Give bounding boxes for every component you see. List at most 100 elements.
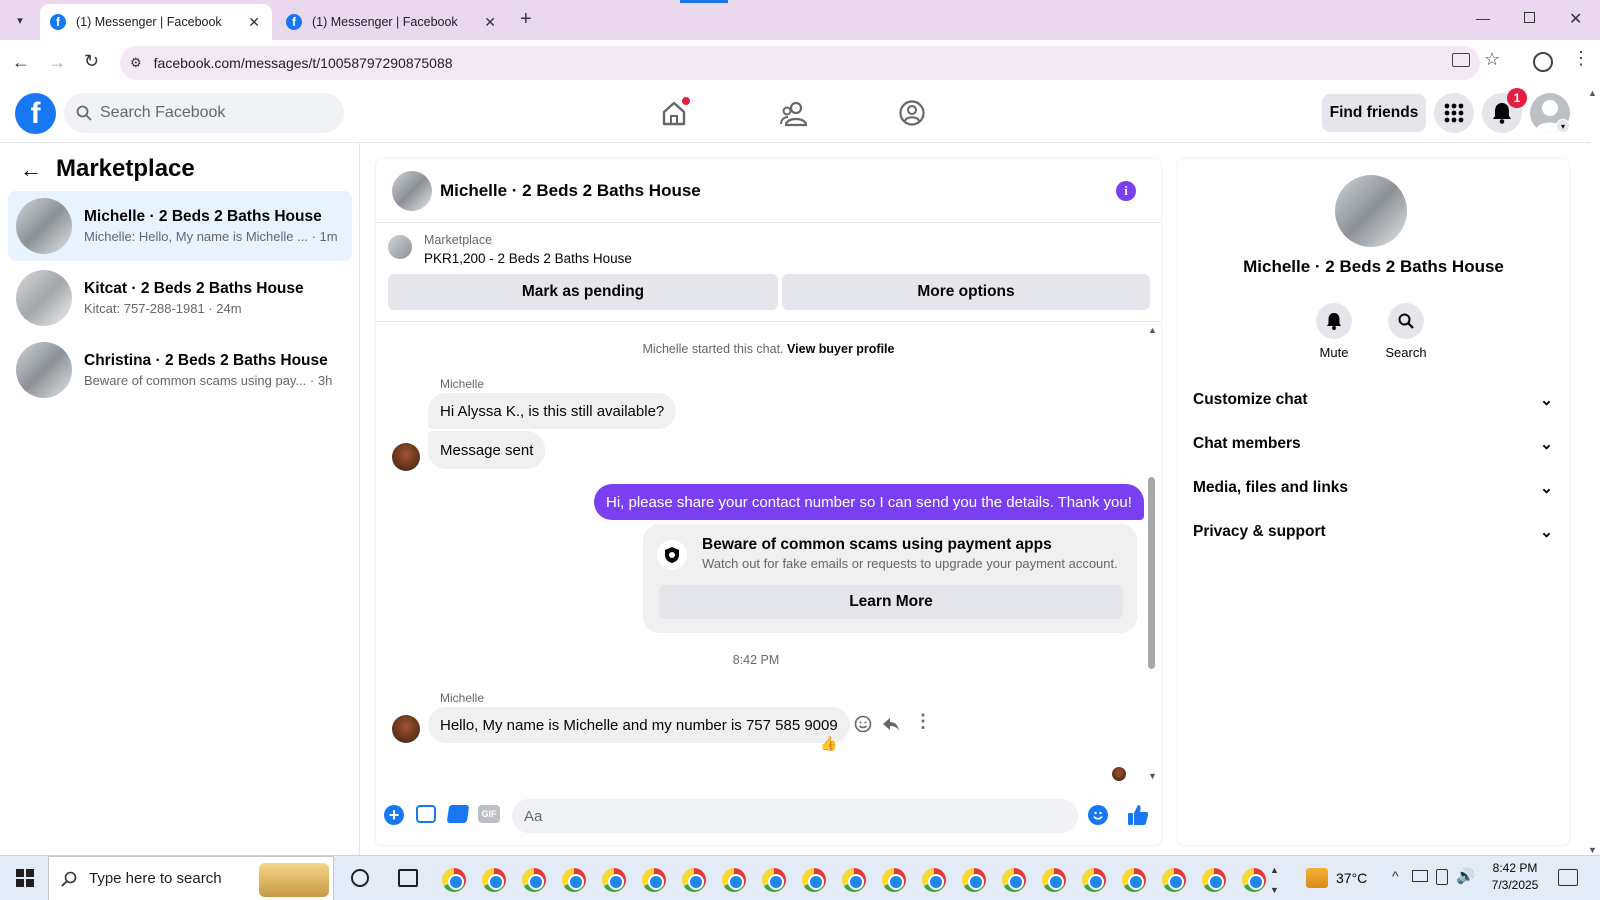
- groups-nav-icon[interactable]: [898, 99, 926, 127]
- close-tab-icon[interactable]: ✕: [248, 14, 260, 31]
- clock[interactable]: 8:42 PM 7/3/2025: [1480, 860, 1550, 894]
- view-buyer-profile-link[interactable]: View buyer profile: [787, 342, 894, 356]
- mark-as-pending-button[interactable]: Mark as pending: [388, 274, 778, 310]
- network-icon[interactable]: [1412, 870, 1428, 882]
- windows-start-icon[interactable]: [16, 869, 34, 887]
- message-more-icon[interactable]: ⋮: [914, 711, 932, 732]
- thumbs-up-reaction-icon[interactable]: 👍: [820, 735, 837, 752]
- back-icon[interactable]: ←: [12, 52, 30, 73]
- volume-icon[interactable]: 🔊: [1456, 867, 1475, 885]
- taskbar-search-box[interactable]: Type here to search: [48, 856, 334, 900]
- learn-more-button[interactable]: Learn More: [659, 585, 1123, 619]
- task-view-icon[interactable]: [398, 869, 418, 887]
- chrome-taskbar-icon[interactable]: [762, 868, 786, 892]
- chrome-taskbar-icon[interactable]: [842, 868, 866, 892]
- chrome-taskbar-icon[interactable]: [1122, 868, 1146, 892]
- customize-chat-row[interactable]: Customize chat ⌄: [1193, 385, 1553, 415]
- chrome-taskbar-icon[interactable]: [722, 868, 746, 892]
- sticker-icon[interactable]: [446, 805, 470, 823]
- tab-search-icon[interactable]: ▾: [10, 10, 30, 30]
- emoji-icon[interactable]: [1088, 805, 1108, 825]
- add-attachment-icon[interactable]: +: [384, 805, 404, 825]
- facebook-logo[interactable]: f: [15, 93, 56, 134]
- media-files-links-row[interactable]: Media, files and links ⌄: [1193, 473, 1553, 503]
- chat-title[interactable]: Michelle · 2 Beds 2 Baths House: [440, 181, 701, 201]
- chrome-taskbar-icon[interactable]: [1042, 868, 1066, 892]
- conversation-item-christina[interactable]: Christina · 2 Beds 2 Baths House Beware …: [8, 335, 352, 405]
- chrome-taskbar-icon[interactable]: [562, 868, 586, 892]
- browser-menu-icon[interactable]: ⋮: [1572, 49, 1590, 67]
- sender-avatar[interactable]: [392, 715, 420, 743]
- install-app-icon[interactable]: [1452, 53, 1470, 67]
- more-options-button[interactable]: More options: [782, 274, 1150, 310]
- chrome-taskbar-icon[interactable]: [602, 868, 626, 892]
- chrome-taskbar-icon[interactable]: [642, 868, 666, 892]
- chat-scroll-up-icon[interactable]: ▲: [1148, 325, 1157, 335]
- battery-icon[interactable]: [1436, 869, 1448, 885]
- chrome-taskbar-icon[interactable]: [882, 868, 906, 892]
- restore-icon[interactable]: [1524, 12, 1535, 23]
- info-icon[interactable]: i: [1116, 181, 1136, 201]
- page-scroll-down-icon[interactable]: ▼: [1588, 845, 1597, 855]
- chat-scroll-down-icon[interactable]: ▼: [1148, 771, 1157, 781]
- chat-avatar[interactable]: [392, 171, 432, 211]
- photo-icon[interactable]: [416, 805, 436, 823]
- listing-source[interactable]: Marketplace: [424, 233, 492, 247]
- page-scroll-up-icon[interactable]: ▲: [1588, 88, 1597, 98]
- facebook-search-input[interactable]: Search Facebook: [64, 93, 344, 133]
- chrome-taskbar-icon[interactable]: [1002, 868, 1026, 892]
- chrome-taskbar-icon[interactable]: [1242, 868, 1266, 892]
- message-bubble[interactable]: Hello, My name is Michelle and my number…: [428, 707, 850, 743]
- tab-messenger-2[interactable]: f (1) Messenger | Facebook ✕: [276, 4, 508, 40]
- url-text[interactable]: facebook.com/messages/t/1005879729087508…: [154, 55, 453, 71]
- chrome-taskbar-icon[interactable]: [962, 868, 986, 892]
- message-input[interactable]: Aa: [512, 799, 1078, 833]
- like-thumb-icon[interactable]: [1126, 803, 1150, 827]
- privacy-support-row[interactable]: Privacy & support ⌄: [1193, 517, 1553, 547]
- chat-scrollbar-thumb[interactable]: [1148, 477, 1155, 669]
- gif-icon[interactable]: GIF: [478, 805, 500, 823]
- reload-icon[interactable]: ↻: [84, 51, 99, 72]
- chrome-taskbar-icon[interactable]: [922, 868, 946, 892]
- message-bubble[interactable]: Message sent: [428, 431, 546, 469]
- listing-price[interactable]: PKR1,200 - 2 Beds 2 Baths House: [424, 251, 632, 266]
- home-nav-icon[interactable]: [660, 97, 690, 127]
- chat-members-row[interactable]: Chat members ⌄: [1193, 429, 1553, 459]
- mute-label[interactable]: Mute: [1304, 345, 1364, 360]
- react-emoji-icon[interactable]: [854, 715, 872, 733]
- conversation-item-kitcat[interactable]: Kitcat · 2 Beds 2 Baths House Kitcat: 75…: [8, 263, 352, 333]
- cortana-icon[interactable]: [351, 869, 369, 887]
- notification-center-icon[interactable]: [1558, 869, 1578, 886]
- mute-bell-icon[interactable]: [1316, 303, 1352, 339]
- close-tab-icon[interactable]: ✕: [484, 14, 496, 31]
- message-bubble[interactable]: Hi Alyssa K., is this still available?: [428, 393, 677, 429]
- minimize-icon[interactable]: —: [1476, 10, 1490, 26]
- menu-grid-icon[interactable]: [1434, 93, 1474, 133]
- forward-icon[interactable]: →: [48, 52, 66, 73]
- chrome-taskbar-icon[interactable]: [1202, 868, 1226, 892]
- chrome-taskbar-icon[interactable]: [1082, 868, 1106, 892]
- bookmark-star-icon[interactable]: ☆: [1484, 49, 1500, 70]
- chrome-taskbar-icon[interactable]: [482, 868, 506, 892]
- account-chevron-icon[interactable]: ▾: [1556, 119, 1570, 133]
- conversation-item-michelle[interactable]: Michelle · 2 Beds 2 Baths House Michelle…: [8, 191, 352, 261]
- my-message-bubble[interactable]: Hi, please share your contact number so …: [594, 484, 1144, 520]
- new-tab-icon[interactable]: +: [520, 8, 532, 31]
- find-friends-button[interactable]: Find friends: [1322, 94, 1426, 132]
- chrome-taskbar-icon[interactable]: [802, 868, 826, 892]
- chrome-taskbar-icon[interactable]: [522, 868, 546, 892]
- search-in-chat-icon[interactable]: [1388, 303, 1424, 339]
- listing-avatar-large[interactable]: [1335, 175, 1407, 247]
- address-bar[interactable]: ⚙ facebook.com/messages/t/10058797290875…: [120, 46, 1480, 80]
- reply-icon[interactable]: [882, 715, 900, 733]
- chrome-taskbar-icon[interactable]: [442, 868, 466, 892]
- show-hidden-icons[interactable]: ^: [1392, 868, 1399, 884]
- chrome-taskbar-icon[interactable]: [1162, 868, 1186, 892]
- tab-messenger-1[interactable]: f (1) Messenger | Facebook ✕: [40, 4, 272, 40]
- site-info-icon[interactable]: ⚙: [130, 55, 142, 71]
- sender-avatar[interactable]: [392, 443, 420, 471]
- friends-nav-icon[interactable]: [779, 100, 809, 128]
- close-window-icon[interactable]: ✕: [1569, 9, 1582, 29]
- profile-icon[interactable]: [1533, 52, 1553, 72]
- back-arrow-icon[interactable]: ←: [20, 157, 42, 183]
